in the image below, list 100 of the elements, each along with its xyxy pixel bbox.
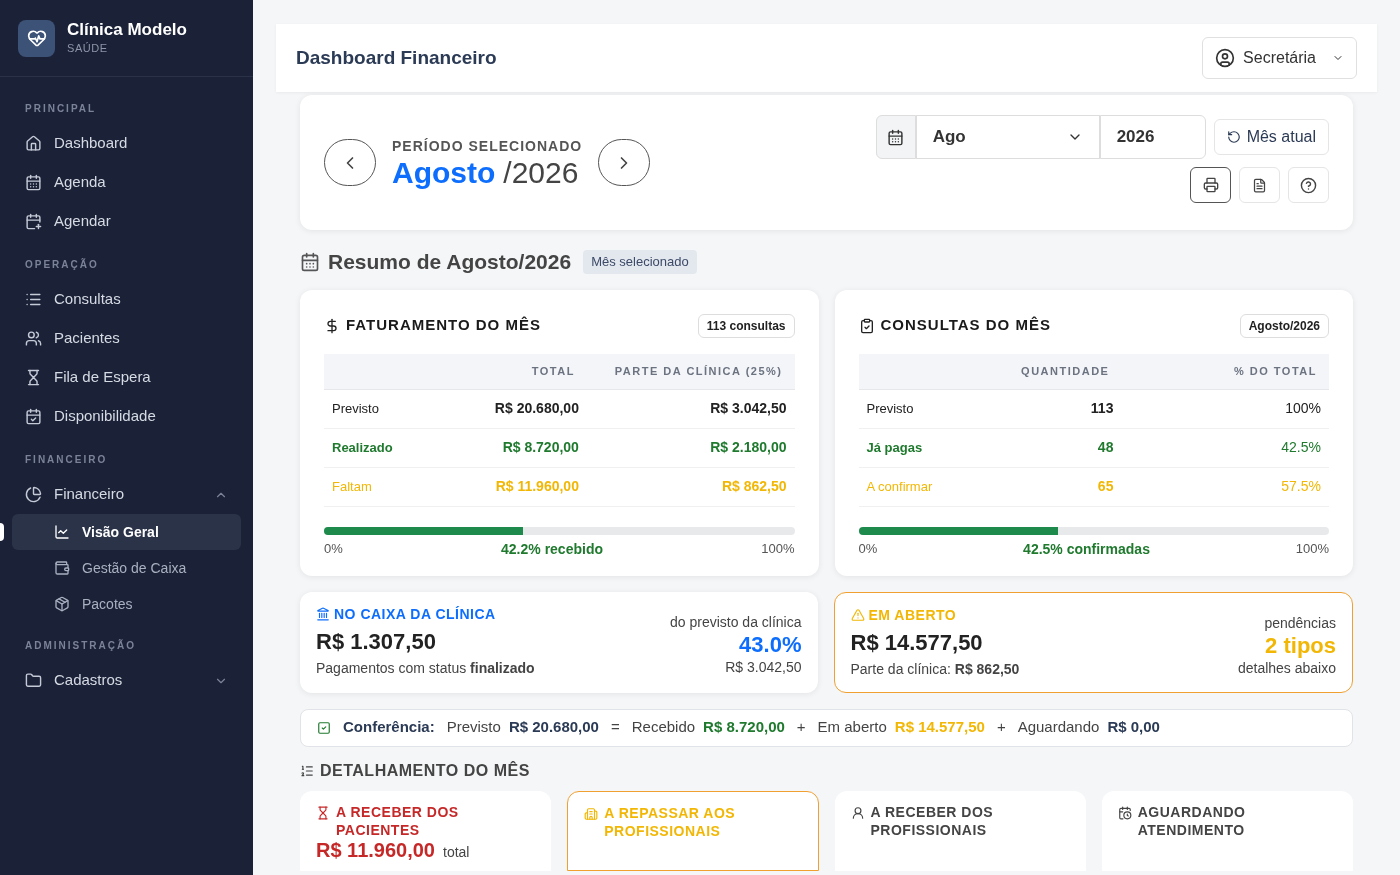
stat-side-note: R$ 3.042,50 [725,657,802,677]
row-label: Previsto [858,389,984,429]
person-icon [850,805,865,820]
hourglass-icon [316,805,330,820]
nav-subitem[interactable]: Visão Geral [12,514,241,550]
stat-title: EM ABERTO [868,605,957,625]
nav-item[interactable]: Cadastros [12,661,241,700]
table-cell: 42.5% [1121,428,1329,468]
detail-title: A RECEBER DOS PROFISSIONAIS [870,802,995,839]
detail-title: A RECEBER DOS PACIENTES [336,802,460,839]
row-label: A confirmar [858,467,984,507]
check-icon [317,720,331,735]
detail-suffix: total [443,842,470,862]
current-month-button[interactable]: Mês atual [1213,119,1329,155]
calendar-icon [300,251,320,272]
section-title: ADMINISTRAÇÃO [24,638,137,653]
progress-label: 42.5% confirmadas [1023,539,1150,559]
stat-side-label: pendências [1264,613,1336,633]
table-cell: 48 [983,428,1122,468]
brand-subtitle: SAÚDE [67,40,109,56]
period-year: /2026 [503,157,579,189]
table-cell: R$ 3.042,50 [586,389,795,429]
table-cell: R$ 2.180,00 [586,428,795,468]
nav-item[interactable]: Disponibilidade [12,397,241,436]
section-heading: Resumo de Agosto/2026 [328,249,572,275]
calendar-clock-icon [1117,805,1132,820]
reconciliation-term: Previsto [446,717,501,738]
table-cell: R$ 20.680,00 [448,389,587,429]
help-button[interactable] [1288,167,1329,203]
nav-item[interactable]: Agendar [12,202,241,241]
help-icon [1300,176,1317,194]
list-icon [25,291,42,308]
column-header: PARTE DA CLÍNICA (25%) [586,353,795,390]
table-cell: R$ 11.960,00 [448,467,587,507]
reconciliation-value: R$ 8.720,00 [703,717,785,738]
nav-item[interactable]: Agenda [12,163,241,202]
nav-item[interactable]: Pacientes [12,319,241,358]
progress-max: 100% [1295,540,1329,559]
table-cell: 57.5% [1121,467,1329,507]
card-badge: Agosto/2026 [1239,313,1329,338]
document-button[interactable] [1239,167,1280,203]
calendar-check-icon [25,408,42,425]
table-cell: 65 [983,467,1122,507]
table-cell: R$ 862,50 [586,467,795,507]
building-icon [584,806,599,821]
table-cell: R$ 8.720,00 [448,428,587,468]
reconciliation-label: Conferência: [343,717,435,738]
progress-min: 0% [858,540,878,559]
print-button[interactable] [1190,167,1231,203]
year-input[interactable]: 2026 [1099,115,1206,159]
nav-item[interactable]: Consultas [12,280,241,319]
progress-min: 0% [324,540,343,559]
column-header: TOTAL [448,353,587,390]
stat-side-note: detalhes abaixo [1237,658,1336,678]
section-heading: DETALHAMENTO DO MÊS [320,760,530,781]
pie-chart-icon [25,486,42,503]
row-label: Já pagas [858,428,984,468]
dollar-icon [324,317,340,334]
calendar-icon [25,174,42,191]
nav-item[interactable]: Fila de Espera [12,358,241,397]
operator: + [796,717,806,738]
folder-icon [25,672,42,689]
calendar-icon [887,128,905,146]
active-indicator [0,523,4,541]
period-month: Agosto [392,157,496,189]
user-menu-button[interactable]: Secretária [1202,37,1357,79]
home-icon [25,135,42,152]
reconciliation-term: Em aberto [817,717,887,738]
users-icon [25,330,42,347]
stat-note: Pagamentos com status finalizado [316,658,535,678]
column-header: QUANTIDADE [983,353,1122,390]
stat-amount: R$ 14.577,50 [850,628,984,657]
section-title: OPERAÇÃO [24,257,100,272]
card-title: CONSULTAS DO MÊS [880,315,1051,336]
reconciliation-value: R$ 20.680,00 [508,717,599,738]
card-title: FATURAMENTO DO MÊS [346,315,541,336]
stat-title: NO CAIXA DA CLÍNICA [334,604,496,624]
user-icon [1215,48,1236,68]
table-cell: 113 [983,389,1122,429]
printer-icon [1202,177,1219,193]
stat-side-value: 2 tipos [1265,633,1336,658]
nav-item[interactable]: Financeiro [12,475,241,514]
nav-subitem[interactable]: Gestão de Caixa [12,550,241,586]
nav-subitem[interactable]: Pacotes [12,586,241,622]
reconciliation-value: R$ 14.577,50 [894,717,985,738]
detail-title: AGUARDANDO ATENDIMENTO [1137,802,1247,839]
section-title: PRINCIPAL [24,102,98,116]
section-title: FINANCEIRO [24,453,109,467]
card-badge: 113 consultas [697,313,795,338]
progress-label: 42.2% recebido [501,539,603,559]
detail-title: A REPASSAR AOS PROFISSIONAIS [604,803,737,840]
stat-amount: R$ 1.307,50 [316,627,437,656]
clipboard-check-icon [858,317,875,334]
nav-item[interactable]: Dashboard [12,124,241,163]
stat-side-value: 43.0% [739,632,802,657]
bank-icon [316,607,330,621]
hourglass-icon [25,369,42,386]
row-label: Previsto [324,389,449,429]
document-icon [1252,177,1267,193]
month-select[interactable]: Ago [915,115,1100,159]
